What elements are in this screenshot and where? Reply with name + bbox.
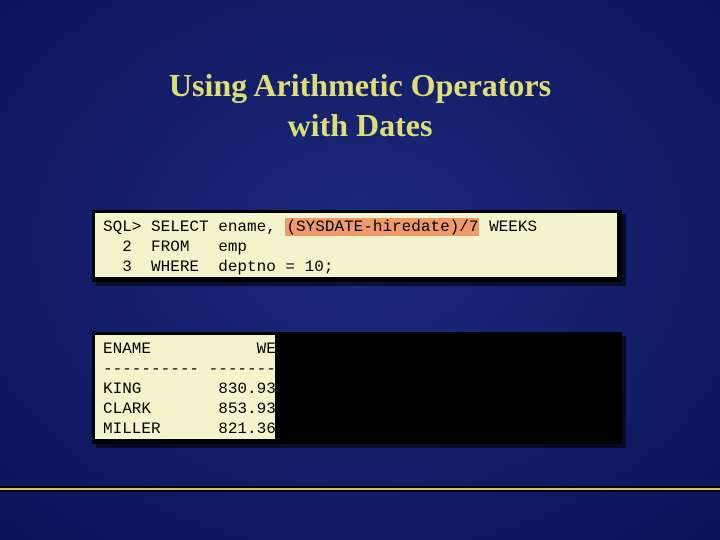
title-line-2: with Dates xyxy=(288,107,433,143)
title-line-1: Using Arithmetic Operators xyxy=(169,67,551,103)
r-l5: MILLER 821.36566 xyxy=(103,420,305,438)
decorative-rule xyxy=(0,486,720,492)
r-l1: ENAME WEEKS xyxy=(103,340,305,358)
r-l2: ---------- --------- xyxy=(103,360,295,378)
q-l1a: SQL> SELECT ename, xyxy=(103,218,285,236)
q-l2: 2 FROM emp xyxy=(103,238,247,256)
r-l3: KING 830.93709 xyxy=(103,380,305,398)
sql-query-text: SQL> SELECT ename, (SYSDATE-hiredate)/7 … xyxy=(95,213,617,277)
q-l3: 3 WHERE deptno = 10; xyxy=(103,258,333,276)
sql-query-box: SQL> SELECT ename, (SYSDATE-hiredate)/7 … xyxy=(92,210,622,282)
sql-result-text: ENAME WEEKS ---------- --------- KING 83… xyxy=(95,335,275,439)
r-l4: CLARK 853.93709 xyxy=(103,400,305,418)
sql-result-box: ENAME WEEKS ---------- --------- KING 83… xyxy=(92,332,622,444)
slide-title: Using Arithmetic Operators with Dates xyxy=(0,65,720,145)
q-l1b: WEEKS xyxy=(479,218,537,236)
slide: Using Arithmetic Operators with Dates SQ… xyxy=(0,0,720,540)
q-l1-highlight: (SYSDATE-hiredate)/7 xyxy=(285,218,479,236)
